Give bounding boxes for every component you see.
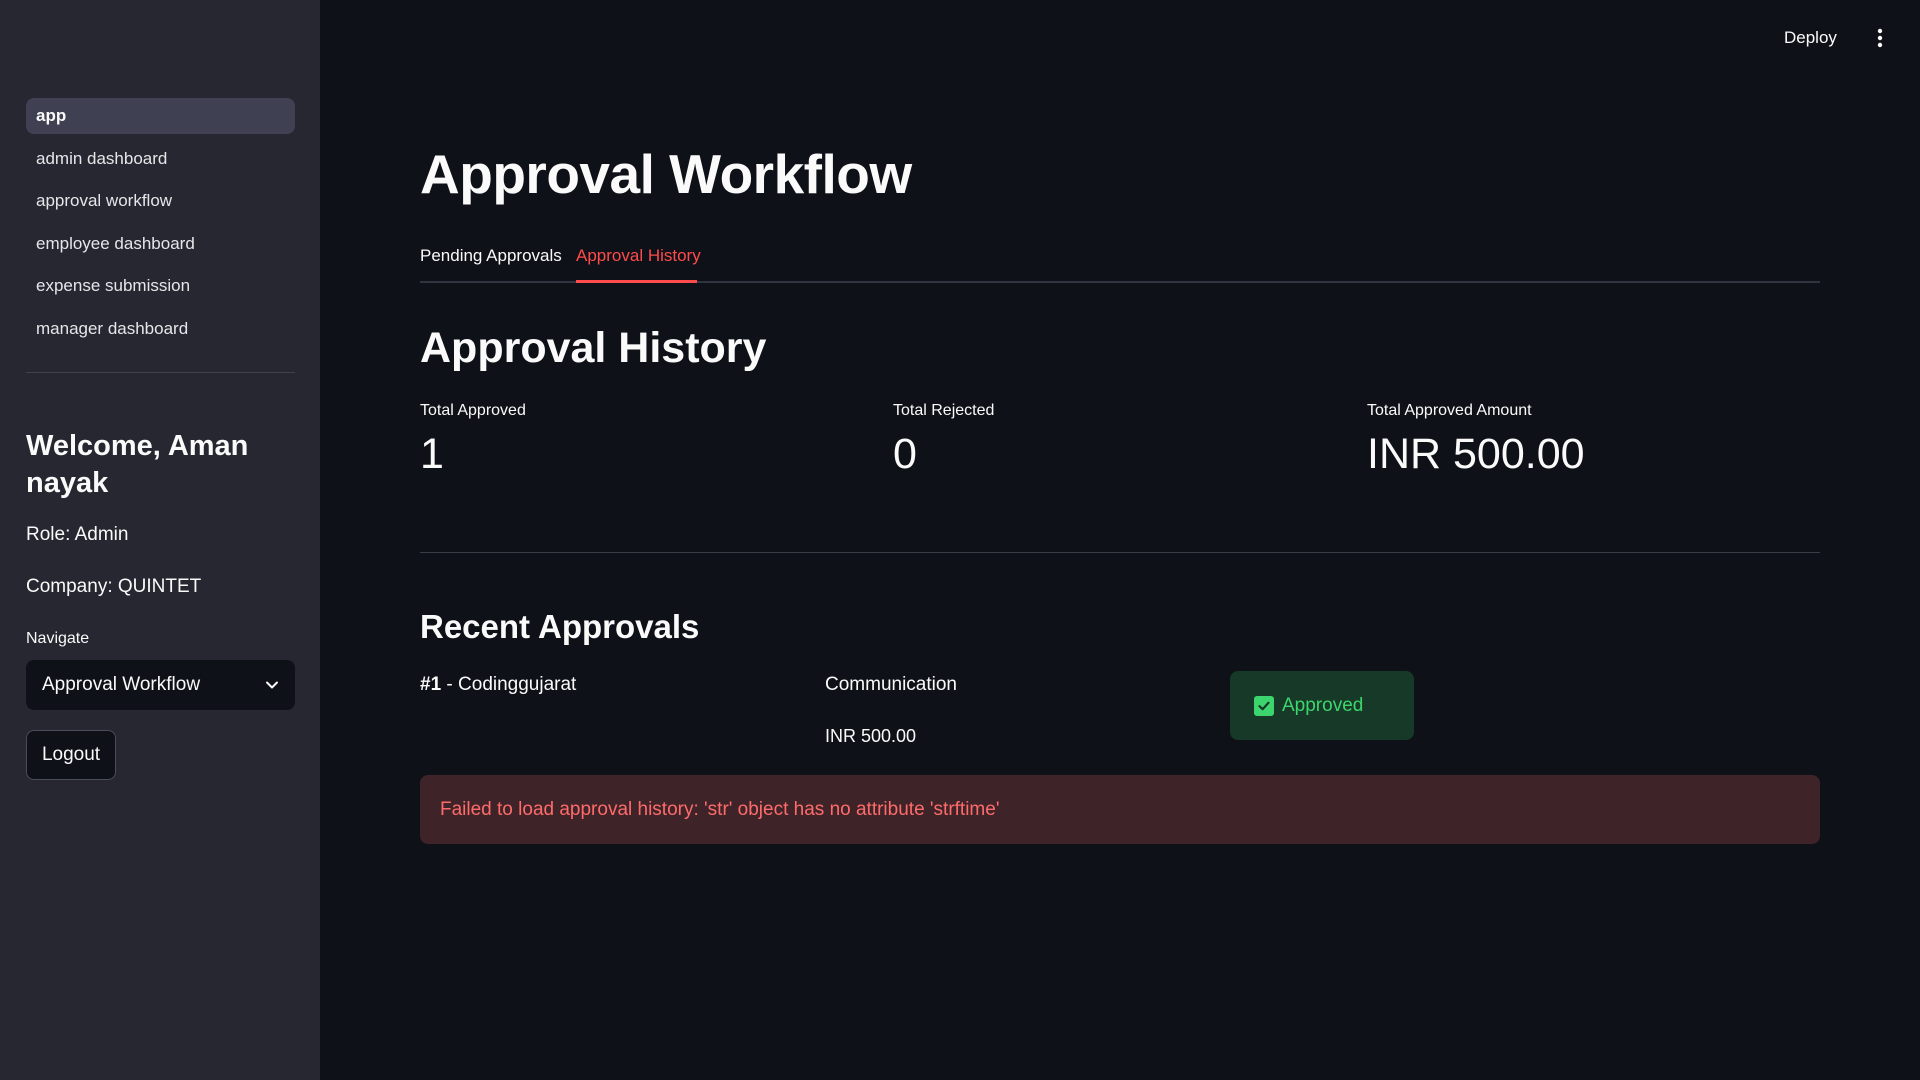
sidebar-item-admin-dashboard[interactable]: admin dashboard xyxy=(26,141,295,177)
tab-bar: Pending Approvals Approval History xyxy=(420,240,1820,284)
kebab-menu-icon[interactable] xyxy=(1870,26,1890,50)
metric-label: Total Approved xyxy=(420,402,526,419)
metric-total-approved: Total Approved 1 xyxy=(420,402,526,479)
welcome-heading: Welcome, Aman nayak xyxy=(26,430,249,499)
metric-value: 1 xyxy=(420,430,444,478)
sidebar-nav: app admin dashboard approval workflow em… xyxy=(26,98,295,353)
sidebar-item-label: manager dashboard xyxy=(36,318,189,338)
app-root: app admin dashboard approval workflow em… xyxy=(0,0,1920,1080)
sidebar-item-label: expense submission xyxy=(36,276,191,295)
metric-total-approved-amount: Total Approved Amount INR 500.00 xyxy=(1367,402,1585,479)
approval-amount: INR 500.00 xyxy=(825,726,917,746)
sidebar-divider xyxy=(26,372,295,373)
tab-pending-approvals[interactable]: Pending Approvals xyxy=(420,240,562,284)
sidebar-item-manager-dashboard[interactable]: manager dashboard xyxy=(26,311,295,347)
navigate-label: Navigate xyxy=(26,630,90,647)
company-text: Company: QUINTET xyxy=(26,576,202,597)
status-label: Approved xyxy=(1282,694,1364,716)
recent-approvals-title: Recent Approvals xyxy=(420,608,700,645)
role-text: Role: Admin xyxy=(26,524,129,545)
status-badge: Approved xyxy=(1230,671,1414,740)
navigate-select-value: Approval Workflow xyxy=(42,674,201,695)
sidebar-item-label: approval workflow xyxy=(36,191,173,210)
page-title: Approval Workflow xyxy=(420,143,912,205)
error-alert: Failed to load approval history: 'str' o… xyxy=(420,775,1820,844)
metric-total-rejected: Total Rejected 0 xyxy=(893,402,994,479)
metric-label: Total Approved Amount xyxy=(1367,402,1532,419)
sidebar-item-label: app xyxy=(36,106,67,125)
sidebar: app admin dashboard approval workflow em… xyxy=(0,0,320,1080)
approval-id: #1 xyxy=(420,674,442,695)
approval-name: - Codinggujarat xyxy=(446,674,577,695)
tab-approval-history[interactable]: Approval History xyxy=(576,240,701,284)
sidebar-item-approval-workflow[interactable]: approval workflow xyxy=(26,183,295,219)
error-message: Failed to load approval history: 'str' o… xyxy=(440,798,1000,820)
sidebar-item-label: employee dashboard xyxy=(36,233,195,253)
section-title: Approval History xyxy=(420,324,767,372)
navigate-select[interactable]: Approval Workflow xyxy=(26,660,295,710)
metric-value: 0 xyxy=(893,430,917,478)
section-divider xyxy=(420,552,1820,553)
logout-button[interactable]: Logout xyxy=(26,730,116,780)
approval-title: #1 - Codinggujarat xyxy=(420,674,576,696)
sidebar-item-app[interactable]: app xyxy=(26,98,295,134)
sidebar-item-expense-submission[interactable]: expense submission xyxy=(26,268,295,304)
sidebar-item-label: admin dashboard xyxy=(36,148,168,168)
active-tab-indicator xyxy=(576,280,697,283)
deploy-button[interactable]: Deploy xyxy=(1784,24,1837,52)
approval-category: Communication xyxy=(825,674,957,695)
sidebar-item-employee-dashboard[interactable]: employee dashboard xyxy=(26,226,295,262)
chevron-down-icon xyxy=(265,678,279,692)
metric-value: INR 500.00 xyxy=(1367,430,1585,478)
metric-label: Total Rejected xyxy=(893,402,995,419)
check-icon xyxy=(1254,695,1274,716)
